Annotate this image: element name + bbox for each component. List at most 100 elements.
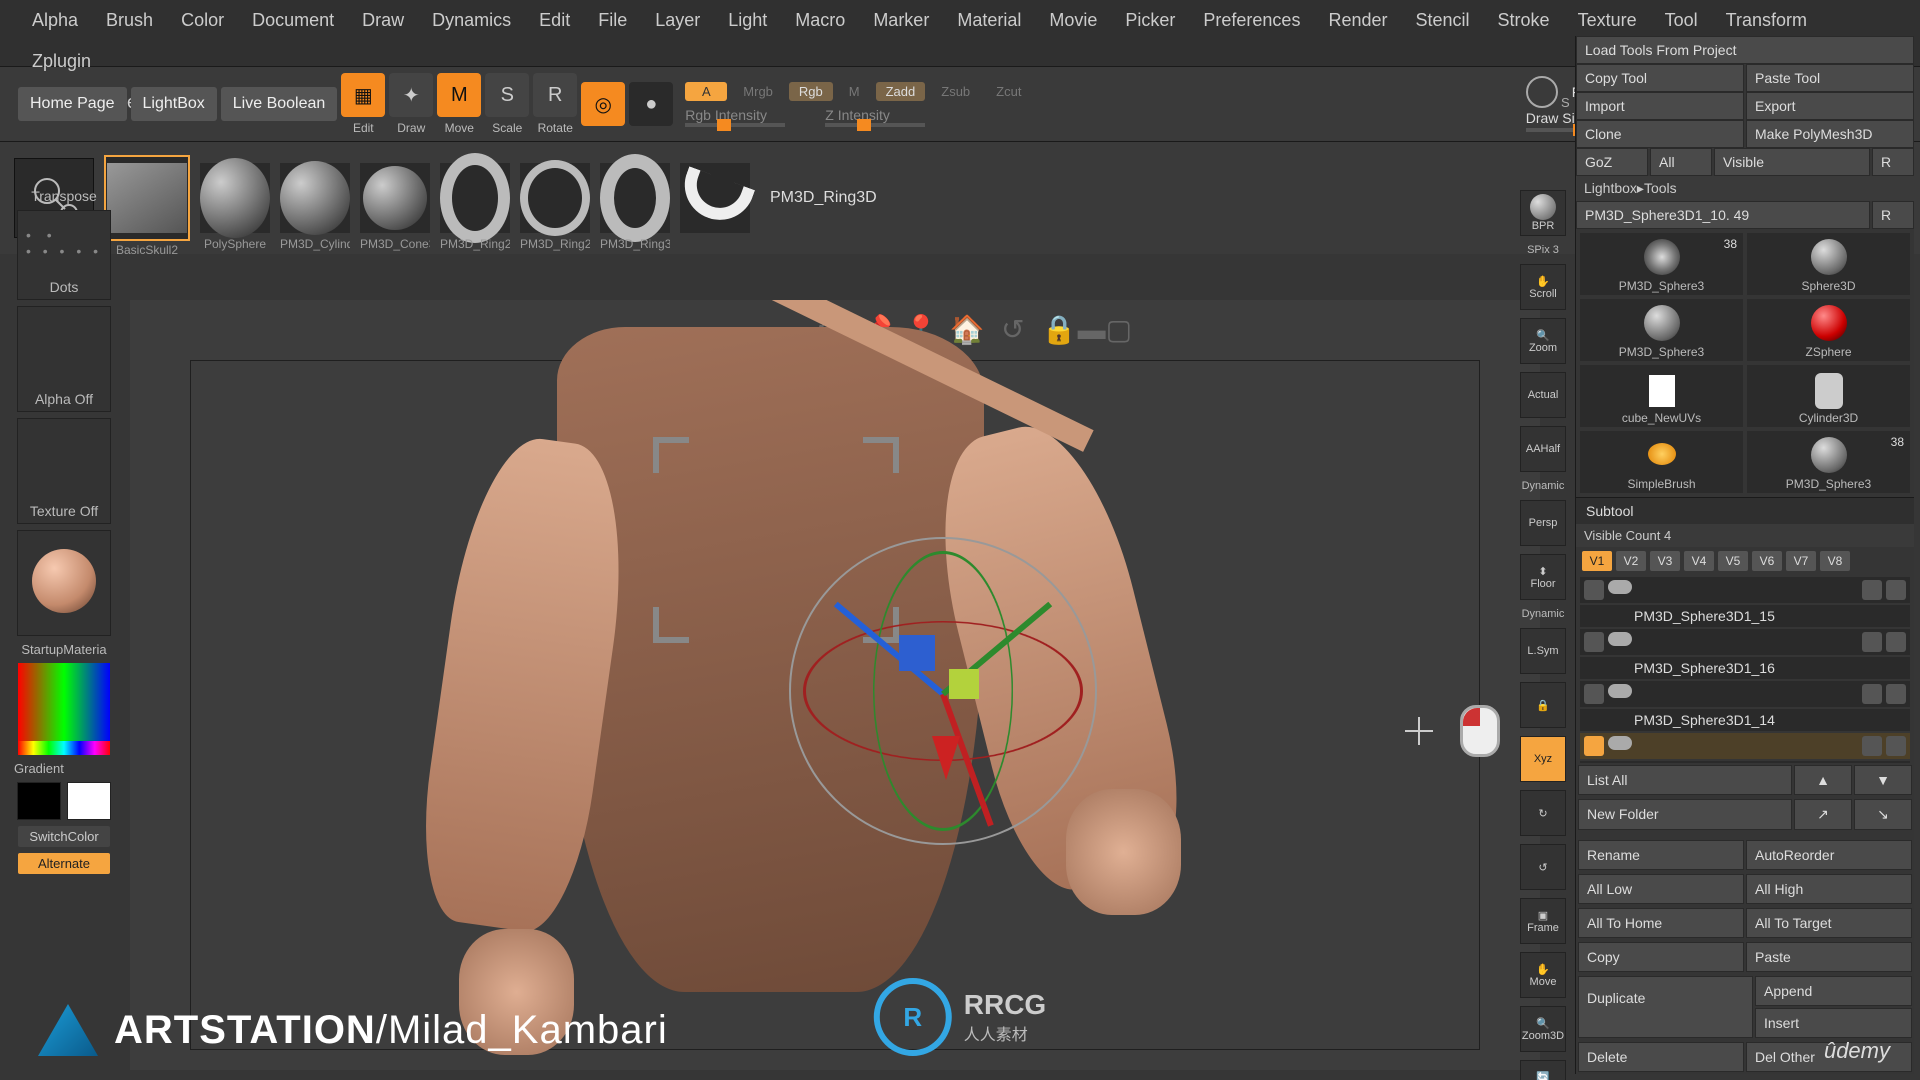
move-canvas-button[interactable]: ✋Move bbox=[1520, 952, 1566, 998]
active-tool-label[interactable]: PM3D_Sphere3D1_10. 49 bbox=[1576, 201, 1870, 229]
move-up-button[interactable]: ↗ bbox=[1794, 799, 1852, 830]
color-picker[interactable] bbox=[18, 663, 110, 755]
all-to-target-button[interactable]: All To Target bbox=[1746, 908, 1912, 938]
quickpick-item-2[interactable]: PM3D_Cylinder bbox=[280, 163, 350, 233]
paste-subtool-button[interactable]: Paste bbox=[1746, 942, 1912, 972]
eye-icon[interactable] bbox=[1608, 632, 1632, 646]
live-boolean-button[interactable]: Live Boolean bbox=[221, 87, 338, 121]
list-all-button[interactable]: List All bbox=[1578, 765, 1792, 795]
rgb-intensity-slider[interactable] bbox=[685, 123, 785, 127]
st-brush-icon[interactable] bbox=[1886, 736, 1906, 756]
subtool-row-dots-1[interactable] bbox=[1580, 629, 1910, 655]
menu-picker[interactable]: Picker bbox=[1111, 0, 1189, 41]
floor-button[interactable]: ⬍Floor bbox=[1520, 554, 1566, 600]
move-mode-button[interactable]: M bbox=[437, 73, 481, 117]
st-brush-icon[interactable] bbox=[1886, 684, 1906, 704]
view-v1[interactable]: V1 bbox=[1582, 551, 1612, 571]
goz-r-button[interactable]: R bbox=[1872, 148, 1914, 176]
menu-movie[interactable]: Movie bbox=[1035, 0, 1111, 41]
arrow-up-button[interactable]: ▲ bbox=[1794, 765, 1852, 795]
insert-button[interactable]: Insert bbox=[1755, 1008, 1912, 1038]
delete-button[interactable]: Delete bbox=[1578, 1042, 1744, 1072]
menu-file[interactable]: File bbox=[584, 0, 641, 41]
st-vis-icon[interactable] bbox=[1862, 580, 1882, 600]
quickpick-item-1[interactable]: PolySphere bbox=[200, 163, 270, 233]
sphere-preview-icon[interactable]: ● bbox=[629, 82, 673, 126]
menu-marker[interactable]: Marker bbox=[859, 0, 943, 41]
menu-texture[interactable]: Texture bbox=[1564, 0, 1651, 41]
subtool-row-0[interactable]: PM3D_Sphere3D1_15 bbox=[1580, 605, 1910, 627]
lsym-button[interactable]: L.Sym bbox=[1520, 628, 1566, 674]
edit-mode-button[interactable]: ▦ bbox=[341, 73, 385, 117]
quickpick-item-3[interactable]: PM3D_Cone3D bbox=[360, 163, 430, 233]
copy-tool-button[interactable]: Copy Tool bbox=[1576, 64, 1744, 92]
swatch-black[interactable] bbox=[17, 782, 61, 820]
material-button[interactable] bbox=[17, 530, 111, 636]
menu-zplugin[interactable]: Zplugin bbox=[18, 41, 105, 82]
menu-macro[interactable]: Macro bbox=[781, 0, 859, 41]
rgb-toggle[interactable]: Rgb bbox=[789, 82, 833, 101]
persp-button[interactable]: Persp bbox=[1520, 500, 1566, 546]
model-viewport[interactable] bbox=[361, 327, 1181, 1027]
m-toggle[interactable]: M bbox=[839, 82, 870, 101]
menu-draw[interactable]: Draw bbox=[348, 0, 418, 41]
paste-tool-button[interactable]: Paste Tool bbox=[1746, 64, 1914, 92]
quickpick-item-6[interactable]: PM3D_Ring3 bbox=[600, 163, 670, 233]
gizmo-3d[interactable] bbox=[803, 551, 1083, 831]
tool-thumb-3[interactable]: ZSphere bbox=[1747, 299, 1910, 361]
stroke-dots-button[interactable]: • • • • • • • Dots bbox=[17, 210, 111, 300]
menu-edit[interactable]: Edit bbox=[525, 0, 584, 41]
alternate-button[interactable]: Alternate bbox=[18, 853, 110, 874]
swatch-white[interactable] bbox=[67, 782, 111, 820]
append-button[interactable]: Append bbox=[1755, 976, 1912, 1006]
tool-thumb-0[interactable]: 38PM3D_Sphere3 bbox=[1580, 233, 1743, 295]
quickpick-item-7[interactable] bbox=[680, 163, 750, 233]
quickpick-item-0[interactable]: BasicSkull2 bbox=[104, 155, 190, 241]
lightbox-tools-header[interactable]: Lightbox▸Tools bbox=[1576, 176, 1914, 201]
rotate-mode-button[interactable]: R bbox=[533, 73, 577, 117]
zsub-toggle[interactable]: Zsub bbox=[931, 82, 980, 101]
menu-stencil[interactable]: Stencil bbox=[1402, 0, 1484, 41]
subtool-row-dots-2[interactable] bbox=[1580, 681, 1910, 707]
zoom3d-button[interactable]: 🔍Zoom3D bbox=[1520, 1006, 1566, 1052]
xyz-button[interactable]: Xyz bbox=[1520, 736, 1566, 782]
new-folder-button[interactable]: New Folder bbox=[1578, 799, 1792, 830]
eye-icon[interactable] bbox=[1608, 580, 1632, 594]
active-tool-r[interactable]: R bbox=[1872, 201, 1914, 229]
menu-tool[interactable]: Tool bbox=[1651, 0, 1712, 41]
arrow-down-button[interactable]: ▼ bbox=[1854, 765, 1912, 795]
view-v4[interactable]: V4 bbox=[1684, 551, 1714, 571]
view-v2[interactable]: V2 bbox=[1616, 551, 1646, 571]
lock-button[interactable]: 🔒 bbox=[1520, 682, 1566, 728]
goz-all-button[interactable]: All bbox=[1650, 148, 1712, 176]
st-brush-icon[interactable] bbox=[1886, 580, 1906, 600]
eye-icon[interactable] bbox=[1608, 736, 1632, 750]
export-button[interactable]: Export bbox=[1746, 92, 1914, 120]
menu-transform[interactable]: Transform bbox=[1712, 0, 1821, 41]
all-low-button[interactable]: All Low bbox=[1578, 874, 1744, 904]
subtool-row-1[interactable]: PM3D_Sphere3D1_16 bbox=[1580, 657, 1910, 679]
tool-thumb-7[interactable]: 38PM3D_Sphere3 bbox=[1747, 431, 1910, 493]
z-intensity-slider[interactable] bbox=[825, 123, 925, 127]
goz-visible-button[interactable]: Visible bbox=[1714, 148, 1870, 176]
duplicate-button[interactable]: Duplicate bbox=[1578, 976, 1753, 1038]
rotate-canvas-button[interactable]: 🔄Rotate bbox=[1520, 1060, 1566, 1080]
quickpick-item-5[interactable]: PM3D_Ring2B bbox=[520, 163, 590, 233]
actual-button[interactable]: Actual bbox=[1520, 372, 1566, 418]
menu-color[interactable]: Color bbox=[167, 0, 238, 41]
subtool-header[interactable]: Subtool bbox=[1576, 497, 1914, 524]
mrgb-toggle[interactable]: Mrgb bbox=[733, 82, 783, 101]
spix-label[interactable]: SPix 3 bbox=[1527, 244, 1559, 256]
rename-button[interactable]: Rename bbox=[1578, 840, 1744, 870]
menu-render[interactable]: Render bbox=[1314, 0, 1401, 41]
aahalf-button[interactable]: AAHalf bbox=[1520, 426, 1566, 472]
menu-light[interactable]: Light bbox=[714, 0, 781, 41]
texture-button[interactable]: Texture Off bbox=[17, 418, 111, 524]
tool-thumb-6[interactable]: SimpleBrush bbox=[1580, 431, 1743, 493]
goz-button[interactable]: GoZ bbox=[1576, 148, 1648, 176]
view-v3[interactable]: V3 bbox=[1650, 551, 1680, 571]
dynamic-label-2[interactable]: Dynamic bbox=[1522, 608, 1565, 620]
view-v5[interactable]: V5 bbox=[1718, 551, 1748, 571]
menu-material[interactable]: Material bbox=[943, 0, 1035, 41]
move-down-button[interactable]: ↘ bbox=[1854, 799, 1912, 830]
